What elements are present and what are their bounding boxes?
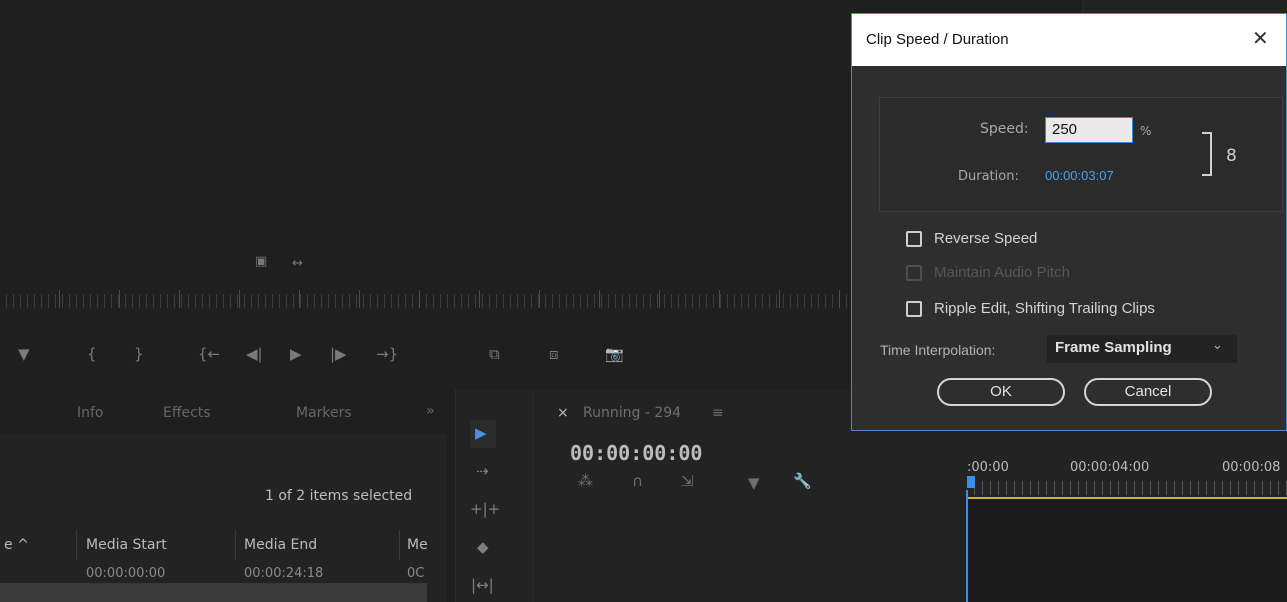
speed-input[interactable]: 250 — [1045, 117, 1133, 143]
ruler-time-2: 00:00:08 — [1222, 460, 1281, 475]
linked-selection-icon[interactable]: ⇲ — [681, 472, 694, 490]
column-header-name[interactable]: e ^ — [4, 537, 29, 553]
export-frame-icon[interactable]: 📷 — [605, 345, 624, 363]
snap-icon[interactable]: ∩ — [632, 472, 643, 490]
clip-speed-dialog: Clip Speed / Duration ✕ Speed: 250 % Dur… — [851, 13, 1287, 431]
link-bracket — [1202, 132, 1212, 176]
timeline-tracks[interactable] — [967, 499, 1287, 602]
dialog-title: Clip Speed / Duration — [866, 31, 1009, 48]
cancel-button[interactable]: Cancel — [1084, 378, 1212, 406]
maintain-audio-pitch-label: Maintain Audio Pitch — [934, 264, 1070, 281]
playhead-handle[interactable] — [967, 476, 975, 488]
duration-label: Duration: — [958, 169, 1019, 184]
ripple-edit-label[interactable]: Ripple Edit, Shifting Trailing Clips — [934, 300, 1155, 317]
ruler-time-1: 00:00:04:00 — [1070, 460, 1150, 475]
table-row[interactable] — [0, 583, 427, 602]
step-forward-icon[interactable]: |▶ — [330, 345, 347, 363]
extract-icon[interactable]: ⧈ — [549, 345, 559, 363]
reverse-speed-label[interactable]: Reverse Speed — [934, 230, 1037, 247]
go-to-out-icon[interactable]: →} — [376, 345, 398, 363]
safe-margins-icon[interactable]: ▣ — [255, 254, 267, 269]
column-divider — [76, 530, 77, 560]
close-sequence-icon[interactable]: × — [557, 405, 569, 421]
chevron-down-icon[interactable]: ⌄ — [1212, 338, 1223, 353]
panel-tabs — [0, 390, 447, 434]
wrench-icon[interactable]: 🔧 — [793, 472, 812, 490]
maintain-audio-pitch-checkbox — [906, 265, 922, 281]
cell-more: 0C — [407, 566, 425, 581]
column-header-media-end[interactable]: Media End — [244, 537, 317, 553]
tab-markers[interactable]: Markers — [296, 405, 352, 421]
add-marker-icon[interactable]: ▼ — [748, 474, 760, 492]
work-area-bar[interactable] — [967, 497, 1287, 499]
ok-button[interactable]: OK — [937, 378, 1065, 406]
column-header-media-start[interactable]: Media Start — [86, 537, 167, 553]
mark-in-icon[interactable]: { — [87, 345, 97, 363]
speed-label: Speed: — [980, 121, 1029, 137]
column-divider — [399, 530, 400, 560]
sequence-tab[interactable]: Running - 294 — [583, 405, 681, 421]
items-selected-status: 1 of 2 items selected — [265, 488, 413, 504]
premiere-workspace: ▣ ↔ ▼ { } {← ◀| ▶ |▶ →} ⧉ ⧈ 📷 Info Effec… — [0, 0, 1287, 602]
time-interpolation-label: Time Interpolation: — [880, 342, 996, 358]
overflow-tabs-icon[interactable]: » — [426, 403, 435, 419]
expand-icon[interactable]: ↔ — [292, 256, 303, 271]
go-to-in-icon[interactable]: {← — [198, 345, 220, 363]
selection-tool-icon[interactable]: ▶ — [475, 424, 487, 442]
column-divider — [235, 530, 236, 560]
percent-label: % — [1140, 124, 1152, 138]
column-header-more[interactable]: Me — [407, 537, 428, 553]
reverse-speed-checkbox[interactable] — [906, 231, 922, 247]
tab-effects[interactable]: Effects — [163, 405, 211, 421]
panel-menu-icon[interactable]: ≡ — [712, 405, 724, 421]
track-select-tool-icon[interactable]: ⇢ — [476, 462, 489, 480]
ruler-time-0: :00:00 — [967, 460, 1009, 475]
timeline-ruler[interactable] — [967, 481, 1287, 495]
ripple-edit-checkbox[interactable] — [906, 301, 922, 317]
monitor-ruler[interactable] — [0, 294, 860, 308]
add-marker-icon[interactable]: ▼ — [18, 345, 30, 363]
timeline-timecode[interactable]: 00:00:00:00 — [570, 441, 702, 465]
tab-info[interactable]: Info — [77, 405, 104, 421]
link-icon[interactable]: 8 — [1226, 146, 1237, 166]
speed-group — [879, 97, 1283, 212]
duration-value[interactable]: 00:00:03:07 — [1045, 168, 1114, 183]
slip-tool-icon[interactable]: |↔| — [471, 576, 494, 594]
lift-icon[interactable]: ⧉ — [489, 345, 500, 363]
playhead-line[interactable] — [966, 490, 968, 602]
step-back-icon[interactable]: ◀| — [246, 345, 263, 363]
cell-media-end: 00:00:24:18 — [244, 566, 324, 581]
time-interpolation-select[interactable]: Frame Sampling — [1047, 335, 1237, 363]
cell-media-start: 00:00:00:00 — [86, 566, 166, 581]
ripple-edit-tool-icon[interactable]: +|+ — [470, 500, 500, 518]
mark-out-icon[interactable]: } — [134, 345, 144, 363]
close-icon[interactable]: ✕ — [1252, 26, 1269, 50]
nest-icon[interactable]: ⁂ — [578, 472, 593, 490]
program-monitor — [0, 0, 860, 390]
razor-tool-icon[interactable]: ◆ — [477, 538, 489, 556]
play-icon[interactable]: ▶ — [290, 345, 302, 363]
